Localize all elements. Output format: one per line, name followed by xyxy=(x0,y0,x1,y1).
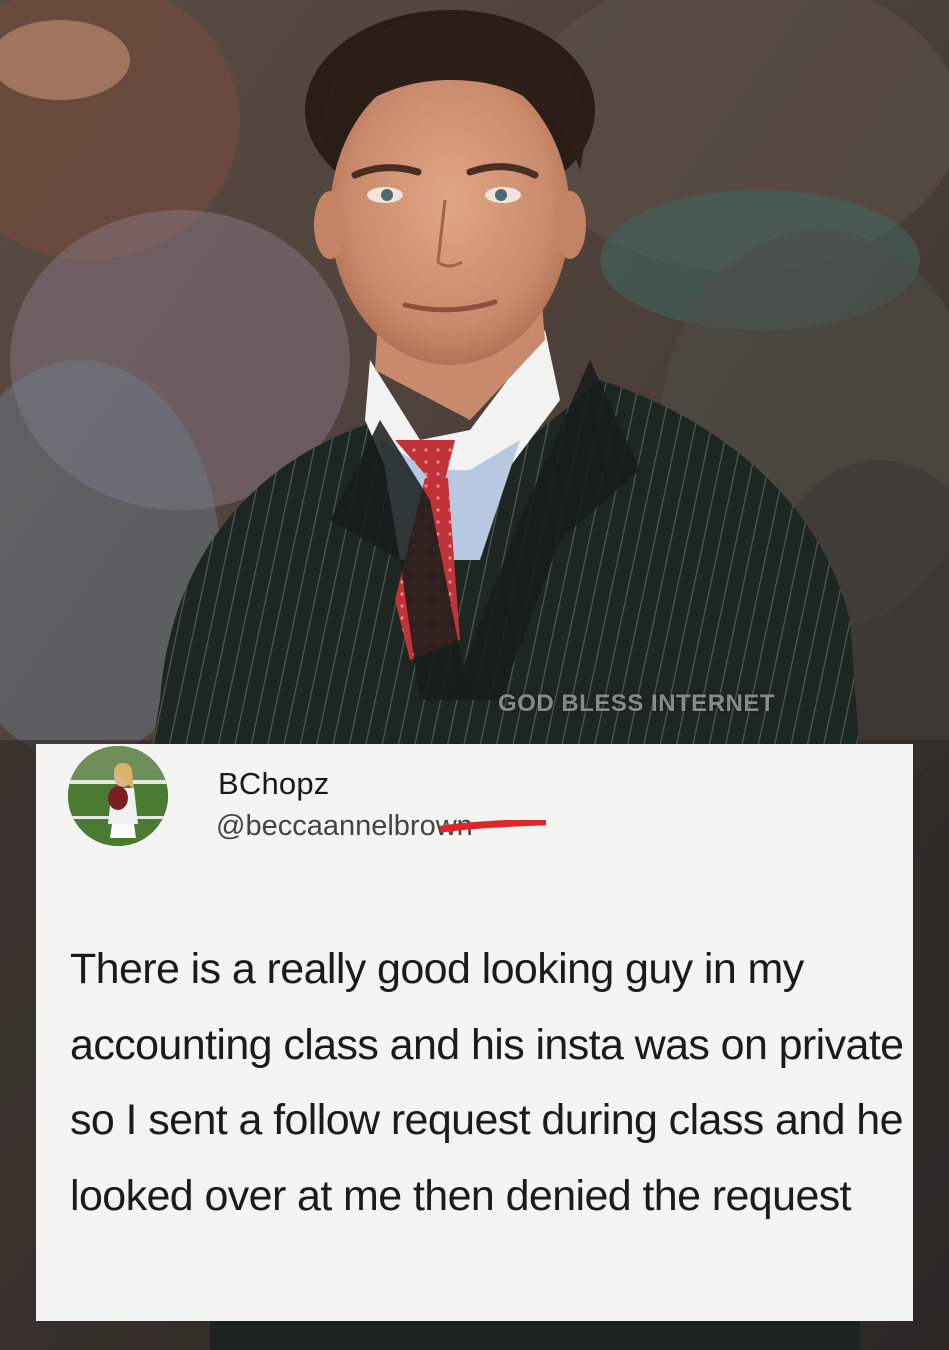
profile-photo-icon xyxy=(68,746,168,846)
watermark-text: GOD BLESS INTERNET xyxy=(498,690,776,717)
avatar[interactable] xyxy=(68,746,168,846)
tweet-card: BChopz @beccaannelbrown There is a reall… xyxy=(36,744,913,1321)
user-handle[interactable]: @beccaannelbrown xyxy=(216,810,473,843)
handle-container: @beccaannelbrown xyxy=(216,810,556,846)
tweet-text: There is a really good looking guy in my… xyxy=(70,945,904,1220)
display-name[interactable]: BChopz xyxy=(218,766,330,802)
